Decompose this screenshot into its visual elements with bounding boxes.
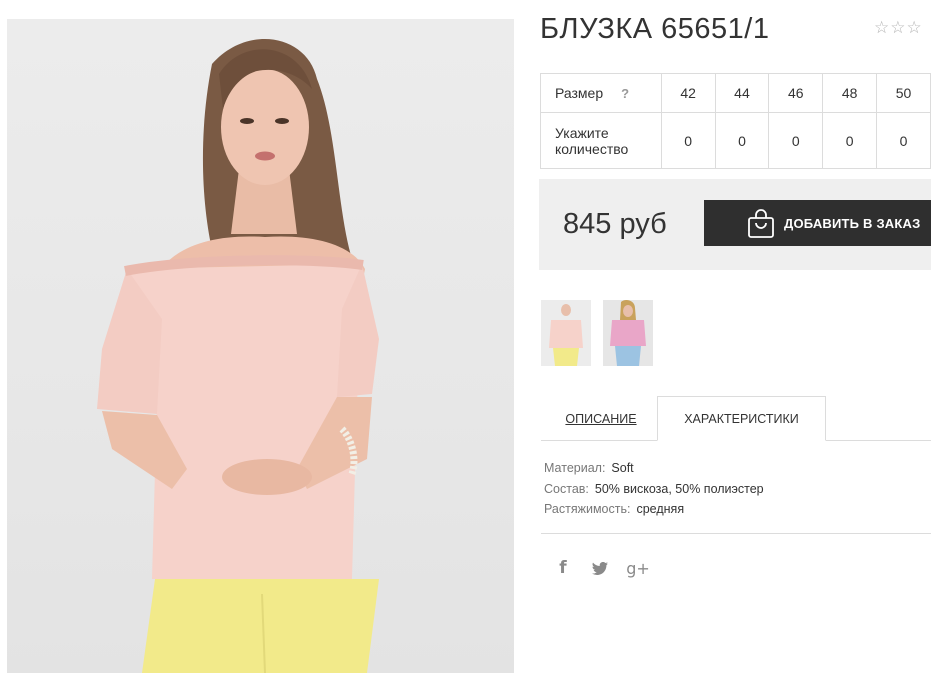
rating[interactable]: ☆ ☆ ☆ bbox=[874, 20, 922, 37]
size-value: 44 bbox=[714, 73, 770, 113]
spec-value: Soft bbox=[611, 461, 634, 475]
spec-key: Материал: bbox=[544, 461, 606, 475]
product-title: БЛУЗКА 65651/1 bbox=[540, 13, 770, 45]
quantity-row: Укажите количество 0 0 0 0 0 bbox=[540, 112, 931, 169]
thumbnail-image bbox=[549, 304, 583, 366]
tab-description[interactable]: ОПИСАНИЕ bbox=[555, 396, 647, 441]
quantity-cell: 0 bbox=[822, 112, 878, 169]
twitter-icon[interactable] bbox=[590, 557, 610, 579]
thumbnail-image bbox=[610, 300, 646, 366]
quantity-cell: 0 bbox=[876, 112, 931, 169]
shopping-bag-icon bbox=[748, 209, 774, 238]
size-value: 46 bbox=[768, 73, 824, 113]
specs-list: Материал: Soft Состав: 50% вискоза, 50% по… bbox=[544, 458, 764, 520]
spec-key: Состав: bbox=[544, 481, 589, 496]
divider bbox=[541, 533, 931, 534]
star-icon[interactable]: ☆ bbox=[890, 20, 905, 37]
price: 845 руб bbox=[563, 208, 667, 240]
spec-row: Материал: Soft bbox=[544, 458, 764, 479]
quantity-input[interactable]: 0 bbox=[884, 133, 924, 149]
spec-value: средняя bbox=[636, 502, 685, 516]
size-label: Размер bbox=[555, 85, 604, 101]
quantity-input[interactable]: 0 bbox=[668, 133, 708, 149]
quantity-label: Укажите количество bbox=[540, 112, 662, 169]
product-photo-illustration bbox=[97, 38, 379, 673]
size-value: 48 bbox=[822, 73, 878, 113]
quantity-label-text: Укажите количество bbox=[555, 124, 629, 157]
size-value: 42 bbox=[660, 73, 716, 113]
product-photo[interactable] bbox=[7, 19, 514, 673]
quantity-input[interactable]: 0 bbox=[830, 133, 870, 149]
quantity-input[interactable]: 0 bbox=[776, 133, 816, 149]
size-table: Размер? 42 44 46 48 50 Укажите количеств… bbox=[540, 73, 931, 169]
size-help-icon[interactable]: ? bbox=[621, 86, 629, 101]
tab-characteristics[interactable]: ХАРАКТЕРИСТИКИ bbox=[657, 396, 826, 441]
spec-row: Состав: 50% вискоза, 50% полиэстер bbox=[544, 479, 764, 500]
add-to-order-label: ДОБАВИТЬ В ЗАКАЗ bbox=[784, 215, 921, 231]
google-plus-icon[interactable]: g+ bbox=[626, 557, 650, 579]
quantity-cell: 0 bbox=[768, 112, 824, 169]
facebook-icon[interactable]: f bbox=[555, 557, 571, 579]
add-to-order-button[interactable]: ДОБАВИТЬ В ЗАКАЗ bbox=[704, 200, 931, 246]
thumbnail-2[interactable] bbox=[603, 300, 653, 366]
spec-row: Растяжимость: средняя bbox=[544, 499, 764, 520]
twitter-bird bbox=[592, 561, 608, 575]
quantity-cell: 0 bbox=[714, 112, 770, 169]
size-row: Размер? 42 44 46 48 50 bbox=[540, 73, 931, 113]
star-icon[interactable]: ☆ bbox=[907, 20, 922, 37]
size-label-cell: Размер? bbox=[540, 73, 662, 113]
quantity-cell: 0 bbox=[660, 112, 716, 169]
spec-value: 50% вискоза, 50% полиэстер bbox=[594, 481, 764, 496]
star-icon[interactable]: ☆ bbox=[874, 20, 889, 37]
quantity-input[interactable]: 0 bbox=[722, 133, 762, 149]
thumbnail-1[interactable] bbox=[541, 300, 591, 366]
size-value: 50 bbox=[876, 73, 931, 113]
spec-key: Растяжимость: bbox=[544, 502, 631, 516]
price-box: 845 руб ДОБАВИТЬ В ЗАКАЗ bbox=[539, 179, 931, 270]
